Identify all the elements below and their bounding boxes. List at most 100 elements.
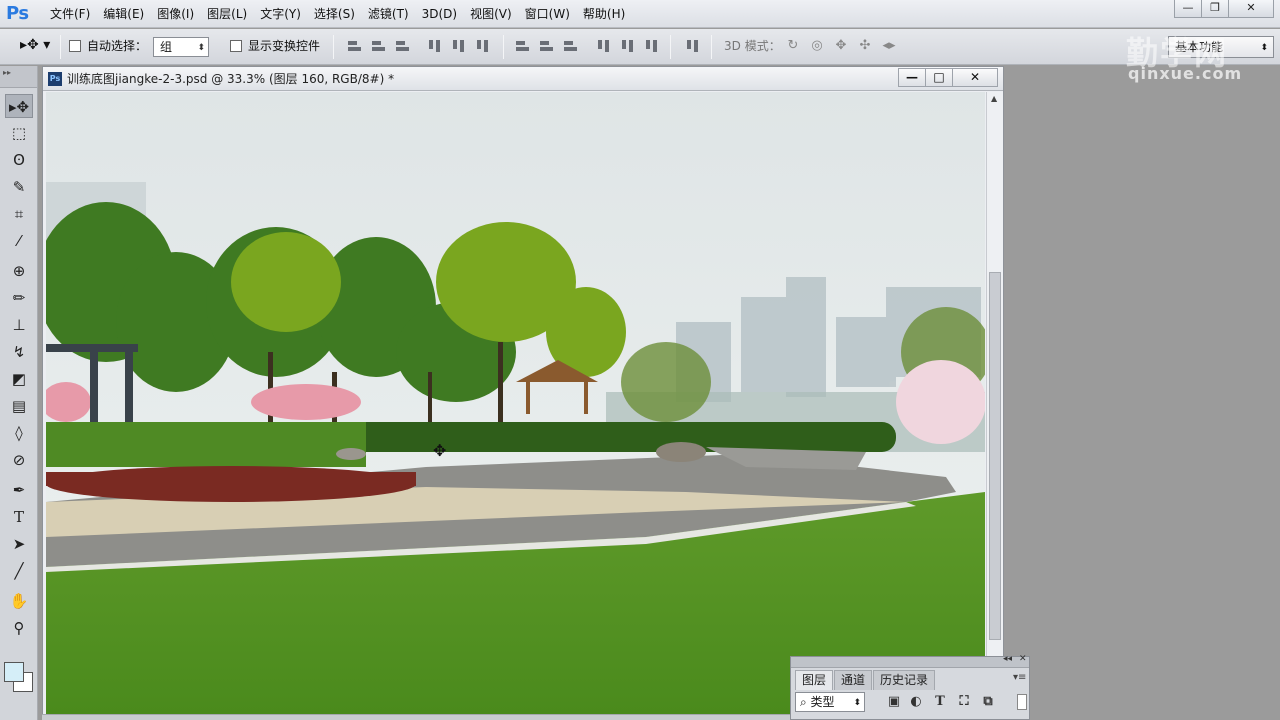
- menu-edit[interactable]: 编辑(E): [99, 6, 148, 22]
- shape-layer-filter-icon[interactable]: ⛶: [955, 694, 973, 710]
- type-tool-icon[interactable]: T: [5, 505, 33, 529]
- menu-view[interactable]: 视图(V): [466, 6, 516, 22]
- move-cursor-icon: ✥: [433, 441, 447, 460]
- path-selection-tool-icon[interactable]: ➤: [5, 532, 33, 556]
- scrollbar-thumb[interactable]: [989, 272, 1001, 640]
- separator: [333, 35, 334, 59]
- menu-type[interactable]: 文字(Y): [256, 6, 305, 22]
- show-transform-checkbox[interactable]: [230, 40, 242, 52]
- 3d-rotate-icon[interactable]: ↻: [784, 38, 802, 54]
- clone-stamp-tool-icon[interactable]: ⊥: [5, 313, 33, 337]
- eraser-tool-icon[interactable]: ◩: [5, 367, 33, 391]
- pen-tool-icon[interactable]: ✒: [5, 478, 33, 502]
- smart-object-filter-icon[interactable]: ⧉: [979, 694, 997, 710]
- show-transform-label: 显示变换控件: [248, 39, 321, 53]
- align-option-icon[interactable]: [346, 38, 364, 54]
- align-bar: [516, 41, 525, 45]
- separator: [60, 35, 61, 59]
- doc-maximize-button[interactable]: □: [925, 68, 953, 87]
- menu-3d[interactable]: 3D(D): [418, 6, 461, 22]
- dodge-tool-icon[interactable]: ⊘: [5, 448, 33, 472]
- status-bar: [42, 714, 790, 720]
- align-bar: [396, 41, 405, 45]
- move-tool-icon[interactable]: ▸✥: [5, 94, 33, 118]
- layers-panel: ◂◂ ✕ 图层 通道 历史记录 ▾≡ ⌕ 类型 ⬍ ▣ ◐ T ⛶ ⧉: [790, 654, 1030, 720]
- auto-select-checkbox[interactable]: [69, 40, 81, 52]
- menu-layer[interactable]: 图层(L): [203, 6, 251, 22]
- dropdown-arrow-icon: ⬍: [197, 43, 205, 53]
- scroll-up-icon[interactable]: ▲: [991, 94, 997, 103]
- align-option-icon[interactable]: [643, 38, 661, 54]
- menu-items: 文件(F) 编辑(E) 图像(I) 图层(L) 文字(Y) 选择(S) 滤镜(T…: [46, 6, 634, 22]
- adjustment-layer-filter-icon[interactable]: ◐: [907, 694, 925, 710]
- watermark-url: qinxue.com: [1128, 64, 1243, 83]
- workspace-dropdown[interactable]: 基本功能 ⬍: [1168, 36, 1274, 58]
- healing-brush-tool-icon[interactable]: ⊕: [5, 259, 33, 283]
- doc-minimize-button[interactable]: —: [898, 68, 926, 87]
- align-option-icon[interactable]: [595, 38, 613, 54]
- tab-layers[interactable]: 图层: [795, 670, 834, 690]
- app-minimize-button[interactable]: —: [1174, 0, 1202, 18]
- eyedropper-tool-icon[interactable]: ⁄: [5, 229, 33, 253]
- align-option-icon[interactable]: [450, 38, 468, 54]
- align-option-icon[interactable]: [370, 38, 388, 54]
- align-option-icon[interactable]: [562, 38, 580, 54]
- 3d-mode-label: 3D 模式：: [724, 39, 781, 53]
- document-tab[interactable]: Ps 训练底图jiangke-2-3.psd @ 33.3% (图层 160, …: [43, 67, 1003, 91]
- separator: [711, 35, 712, 59]
- pixel-layer-filter-icon[interactable]: ▣: [885, 694, 903, 710]
- doc-close-button[interactable]: ✕: [952, 68, 998, 87]
- foreground-color-swatch[interactable]: [4, 662, 24, 682]
- quick-selection-tool-icon[interactable]: ✎: [5, 175, 33, 199]
- align-option-icon[interactable]: [619, 38, 637, 54]
- tab-history[interactable]: 历史记录: [873, 670, 936, 690]
- document-canvas[interactable]: ✥: [46, 92, 985, 717]
- marquee-tool-icon[interactable]: ⬚: [5, 121, 33, 145]
- filter-toggle[interactable]: [1017, 694, 1027, 710]
- panel-header[interactable]: ◂◂ ✕: [791, 654, 1029, 668]
- align-option-icon[interactable]: [474, 38, 492, 54]
- 3d-roll-icon[interactable]: ◎: [808, 38, 826, 54]
- 3d-pan-icon[interactable]: ✥: [832, 38, 850, 54]
- hand-tool-icon[interactable]: ✋: [5, 589, 33, 613]
- blur-tool-icon[interactable]: ◊: [5, 421, 33, 445]
- auto-select-target-dropdown[interactable]: 组 ⬍: [153, 37, 209, 57]
- collapse-icon[interactable]: ◂◂: [1003, 654, 1012, 664]
- menu-filter[interactable]: 滤镜(T): [364, 6, 413, 22]
- landscape-rendering: [46, 92, 985, 717]
- tools-panel-grip[interactable]: ▸▸: [0, 66, 37, 88]
- menu-help[interactable]: 帮助(H): [579, 6, 629, 22]
- 3d-slide-icon[interactable]: ✣: [856, 38, 874, 54]
- type-layer-filter-icon[interactable]: T: [931, 694, 949, 710]
- app-maximize-button[interactable]: ❐: [1201, 0, 1229, 18]
- panel-close-icon[interactable]: ✕: [1019, 654, 1027, 664]
- vertical-scrollbar[interactable]: ▲: [986, 92, 1003, 717]
- menu-select[interactable]: 选择(S): [310, 6, 359, 22]
- align-option-icon[interactable]: [538, 38, 556, 54]
- lasso-tool-icon[interactable]: ʘ: [5, 148, 33, 172]
- align-option-icon[interactable]: [514, 38, 532, 54]
- gradient-tool-icon[interactable]: ▤: [5, 394, 33, 418]
- align-bar: [540, 47, 553, 51]
- move-tool-preset-icon[interactable]: ▸✥ ▾: [20, 37, 50, 53]
- zoom-tool-icon[interactable]: ⚲: [5, 616, 33, 640]
- align-option-icon[interactable]: [394, 38, 412, 54]
- panel-menu-icon[interactable]: ▾≡: [1013, 672, 1026, 683]
- history-brush-tool-icon[interactable]: ↯: [5, 340, 33, 364]
- menu-image[interactable]: 图像(I): [153, 6, 198, 22]
- tab-channels[interactable]: 通道: [834, 670, 873, 690]
- line-tool-icon[interactable]: ╱: [5, 559, 33, 583]
- menu-file[interactable]: 文件(F): [46, 6, 94, 22]
- 3d-scale-icon[interactable]: ◂▸: [880, 38, 898, 54]
- workspace-value: 基本功能: [1175, 40, 1224, 54]
- align-option-icon[interactable]: [684, 38, 702, 54]
- align-bar: [629, 40, 633, 52]
- auto-select-target-value: 组: [160, 40, 173, 54]
- crop-tool-icon[interactable]: ⌗: [5, 202, 33, 226]
- menu-window[interactable]: 窗口(W): [521, 6, 574, 22]
- align-bar: [453, 40, 457, 49]
- layer-filter-dropdown[interactable]: ⌕ 类型 ⬍: [795, 692, 865, 712]
- align-option-icon[interactable]: [426, 38, 444, 54]
- app-close-button[interactable]: ✕: [1228, 0, 1274, 18]
- brush-tool-icon[interactable]: ✏: [5, 286, 33, 310]
